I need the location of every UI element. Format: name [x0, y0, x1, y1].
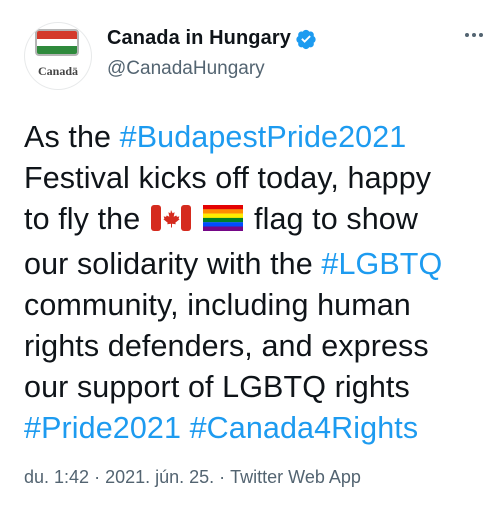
tweet-text-segment: community, including human: [24, 288, 411, 322]
canada-wordmark-logo: Canadä: [37, 64, 78, 78]
meta-separator: ·: [94, 467, 101, 487]
avatar[interactable]: Canadä: [25, 23, 91, 89]
tweet-text-segment: As the: [24, 120, 120, 154]
author-name-row[interactable]: Canada in Hungary: [107, 27, 317, 50]
tweet-text-segment: our support of LGBTQ rights: [24, 370, 410, 404]
tweet-text-segment: Festival kicks off today, happy: [24, 161, 432, 195]
verified-badge-icon: [295, 28, 317, 50]
tweet-text-segment: rights defenders, and express: [24, 329, 429, 363]
hashtag-pride2021[interactable]: #Pride2021: [24, 411, 181, 445]
canada-flag-emoji: [150, 203, 191, 244]
more-options-icon[interactable]: [456, 20, 492, 50]
hashtag-lgbtq[interactable]: #LGBTQ: [321, 247, 442, 281]
hungary-flag-icon: [35, 29, 79, 56]
tweet-text-segment: our solidarity with the: [24, 247, 322, 281]
tweet-time[interactable]: du. 1:42: [24, 467, 89, 487]
tweet-date[interactable]: 2021. jún. 25.: [105, 467, 214, 487]
handle[interactable]: @CanadaHungary: [107, 58, 265, 80]
tweet-text: As the #BudapestPride2021 Festival kicks…: [24, 117, 484, 449]
hashtag-canada4rights[interactable]: #Canada4Rights: [190, 411, 419, 445]
tweet-meta: du. 1:42 · 2021. jún. 25. · Twitter Web App: [24, 467, 361, 488]
tweet-card: Canadä Canada in Hungary @CanadaHungary …: [0, 0, 500, 518]
tweet-text-segment: flag to show: [254, 202, 418, 236]
rainbow-flag-emoji: [203, 203, 244, 244]
meta-separator: ·: [219, 467, 226, 487]
tweet-text-segment: to fly the: [24, 202, 141, 236]
tweet-source[interactable]: Twitter Web App: [230, 467, 361, 487]
hashtag-budapestpride2021[interactable]: #BudapestPride2021: [120, 120, 407, 154]
display-name[interactable]: Canada in Hungary: [107, 27, 291, 50]
